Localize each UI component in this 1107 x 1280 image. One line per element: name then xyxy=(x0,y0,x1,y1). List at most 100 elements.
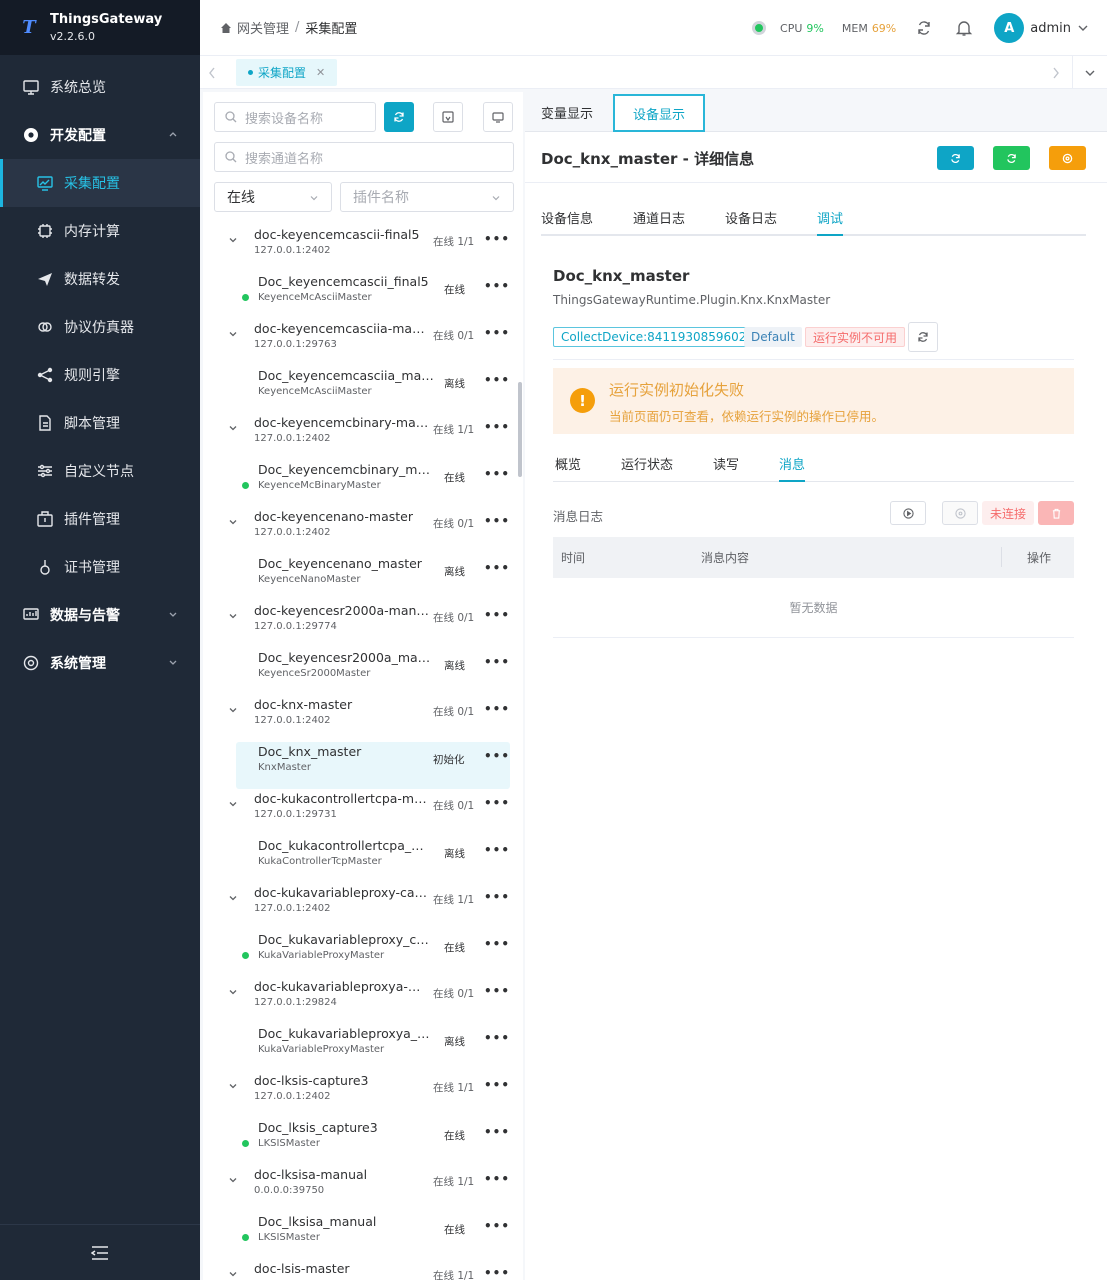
device-item[interactable]: Doc_keyencesr2000a_manual KeyenceSr2000Ma… xyxy=(203,648,515,695)
clear-log-button[interactable] xyxy=(1038,501,1074,525)
chevron-down-icon[interactable] xyxy=(228,1269,238,1279)
more-icon[interactable]: ••• xyxy=(484,1172,510,1186)
channel-group[interactable]: doc-lsis-master 在线 1/1 ••• xyxy=(203,1259,515,1280)
chevron-down-icon[interactable] xyxy=(228,1175,238,1185)
filter-button[interactable] xyxy=(433,102,463,132)
home-icon[interactable] xyxy=(220,22,232,34)
chevron-down-icon[interactable] xyxy=(228,1081,238,1091)
more-icon[interactable]: ••• xyxy=(484,467,510,481)
more-icon[interactable]: ••• xyxy=(484,984,510,998)
device-item[interactable]: Doc_kukavariableproxya_manual KukaVariabl… xyxy=(203,1024,515,1071)
channel-group[interactable]: doc-kukavariableproxy-capture 127.0.0.1:2… xyxy=(203,883,515,930)
more-icon[interactable]: ••• xyxy=(484,279,510,293)
nav-item-script-mgmt[interactable]: 脚本管理 xyxy=(0,399,200,447)
more-icon[interactable]: ••• xyxy=(484,1266,510,1280)
breadcrumb-item[interactable]: 网关管理 xyxy=(237,18,289,37)
chevron-down-icon[interactable] xyxy=(228,423,238,433)
more-icon[interactable]: ••• xyxy=(484,420,510,434)
nav-item-protocol-sim[interactable]: 协议仿真器 xyxy=(0,303,200,351)
nav-item-memory-calc[interactable]: 内存计算 xyxy=(0,207,200,255)
tab-debug[interactable]: 调试 xyxy=(817,208,844,236)
nav-item-dev-config[interactable]: 开发配置 xyxy=(0,111,200,159)
nav-item-data-alarm[interactable]: 数据与告警 xyxy=(0,591,200,639)
device-item[interactable]: Doc_keyencemcasciia_manual KeyenceMcAscii… xyxy=(203,366,515,413)
tab-collect-config[interactable]: 采集配置 ✕ xyxy=(236,59,338,86)
username[interactable]: admin xyxy=(1030,21,1071,36)
nav-item-rule-engine[interactable]: 规则引擎 xyxy=(0,351,200,399)
device-item[interactable]: Doc_keyencenano_master KeyenceNanoMaster 离… xyxy=(203,554,515,601)
channel-group[interactable]: doc-keyencemcascii-final5 127.0.0.1:2402 在… xyxy=(203,225,515,272)
more-icon[interactable]: ••• xyxy=(484,561,510,575)
more-icon[interactable]: ••• xyxy=(484,1125,510,1139)
more-icon[interactable]: ••• xyxy=(484,1219,510,1233)
device-item[interactable]: Doc_kukavariableproxy_capture KukaVariabl… xyxy=(203,930,515,977)
chevron-down-icon[interactable] xyxy=(228,517,238,527)
nav-item-system-mgmt[interactable]: 系统管理 xyxy=(0,639,200,687)
nav-item-cert-mgmt[interactable]: 证书管理 xyxy=(0,543,200,591)
chevron-down-icon[interactable] xyxy=(228,329,238,339)
close-icon[interactable]: ✕ xyxy=(316,66,325,79)
channel-group[interactable]: doc-keyencesr2000a-manual 127.0.0.1:29774… xyxy=(203,601,515,648)
tab-variable-view[interactable]: 变量显示 xyxy=(541,92,593,132)
refresh-button[interactable] xyxy=(937,146,974,170)
chevron-down-icon[interactable] xyxy=(228,987,238,997)
more-icon[interactable]: ••• xyxy=(484,1031,510,1045)
nav-item-plugin-mgmt[interactable]: 插件管理 xyxy=(0,495,200,543)
device-item[interactable]: Doc_lksis_capture3 LKSISMaster 在线 ••• xyxy=(203,1118,515,1165)
stop-log-button[interactable] xyxy=(942,501,978,525)
bell-icon[interactable] xyxy=(954,18,974,38)
more-icon[interactable]: ••• xyxy=(484,373,510,387)
tab-read-write[interactable]: 读写 xyxy=(713,454,739,473)
reload-runtime-button[interactable] xyxy=(908,322,938,352)
nav-item-custom-node[interactable]: 自定义节点 xyxy=(0,447,200,495)
chevron-right-icon[interactable] xyxy=(1052,67,1060,79)
chevron-down-icon[interactable] xyxy=(228,893,238,903)
more-icon[interactable]: ••• xyxy=(484,702,510,716)
display-button[interactable] xyxy=(483,102,513,132)
tab-device-info[interactable]: 设备信息 xyxy=(541,208,593,227)
nav-item-data-forward[interactable]: 数据转发 xyxy=(0,255,200,303)
status-select[interactable]: 在线 xyxy=(214,182,332,212)
tab-runtime-status[interactable]: 运行状态 xyxy=(621,454,673,473)
more-icon[interactable]: ••• xyxy=(484,937,510,951)
chevron-down-icon[interactable] xyxy=(1077,22,1089,34)
tab-device-view[interactable]: 设备显示 xyxy=(613,94,706,132)
nav-item-overview[interactable]: 系统总览 xyxy=(0,63,200,111)
channel-group[interactable]: doc-kukavariableproxya-manual 127.0.0.1:2… xyxy=(203,977,515,1024)
device-item[interactable]: Doc_keyencemcbinary_master KeyenceMcBinar… xyxy=(203,460,515,507)
chevron-down-icon[interactable] xyxy=(228,705,238,715)
more-icon[interactable]: ••• xyxy=(484,843,510,857)
channel-group[interactable]: doc-kukacontrollertcpa-manual 127.0.0.1:2… xyxy=(203,789,515,836)
nav-item-collect-config[interactable]: 采集配置 xyxy=(0,159,200,207)
tab-messages[interactable]: 消息 xyxy=(779,454,806,482)
tab-overview[interactable]: 概览 xyxy=(555,454,581,473)
refresh-icon[interactable] xyxy=(914,18,934,38)
channel-group[interactable]: doc-lksisa-manual 0.0.0.0:39750 在线 1/1 ••• xyxy=(203,1165,515,1212)
more-icon[interactable]: ••• xyxy=(484,749,510,763)
restart-button[interactable] xyxy=(993,146,1030,170)
channel-group[interactable]: doc-keyencemcbinary-master 127.0.0.1:2402… xyxy=(203,413,515,460)
more-icon[interactable]: ••• xyxy=(484,796,510,810)
channel-search-input[interactable]: 搜索通道名称 xyxy=(214,142,514,172)
more-icon[interactable]: ••• xyxy=(484,1078,510,1092)
chevron-down-icon[interactable] xyxy=(228,235,238,245)
more-icon[interactable]: ••• xyxy=(484,326,510,340)
stop-button[interactable] xyxy=(1049,146,1086,170)
more-icon[interactable]: ••• xyxy=(484,514,510,528)
device-item[interactable]: Doc_lksisa_manual LKSISMaster 在线 ••• xyxy=(203,1212,515,1259)
more-icon[interactable]: ••• xyxy=(484,608,510,622)
collapse-sidebar-button[interactable] xyxy=(0,1224,200,1280)
tab-channel-log[interactable]: 通道日志 xyxy=(633,208,685,227)
avatar[interactable]: A xyxy=(994,13,1025,43)
scrollbar[interactable] xyxy=(518,382,522,477)
channel-group[interactable]: doc-keyencemcasciia-manual 127.0.0.1:2976… xyxy=(203,319,515,366)
device-search-input[interactable]: 搜索设备名称 xyxy=(214,102,376,132)
channel-group[interactable]: doc-keyencenano-master 127.0.0.1:2402 在线 0… xyxy=(203,507,515,554)
column-resizer[interactable] xyxy=(1001,547,1002,567)
refresh-tree-button[interactable] xyxy=(384,102,414,132)
plugin-select[interactable]: 插件名称 xyxy=(340,182,514,212)
chevron-down-icon[interactable] xyxy=(228,799,238,809)
channel-group[interactable]: doc-knx-master 127.0.0.1:2402 在线 0/1 ••• xyxy=(203,695,515,742)
tab-device-log[interactable]: 设备日志 xyxy=(725,208,777,227)
more-icon[interactable]: ••• xyxy=(484,232,510,246)
